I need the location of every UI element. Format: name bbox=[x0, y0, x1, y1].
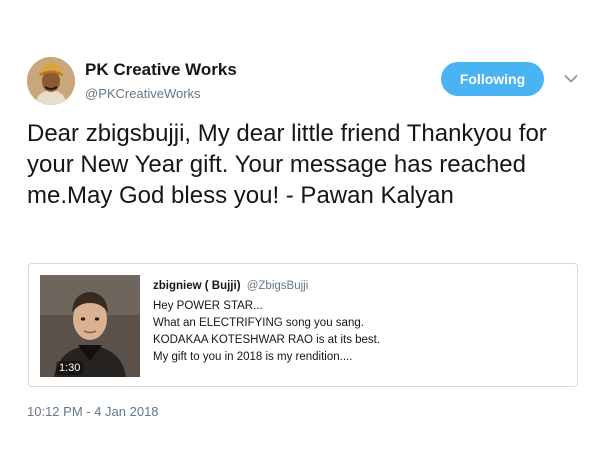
video-thumbnail[interactable]: 1:30 bbox=[40, 275, 140, 377]
quoted-tweet-line: My gift to you in 2018 is my rendition..… bbox=[153, 351, 353, 363]
tweet-timestamp[interactable]: 10:12 PM - 4 Jan 2018 bbox=[27, 404, 159, 419]
boy-portrait-image bbox=[40, 275, 140, 377]
quoted-author-handle: @ZbigsBujji bbox=[246, 280, 309, 292]
user-avatar-icon bbox=[27, 57, 75, 105]
author-display-name[interactable]: PK Creative Works bbox=[85, 60, 237, 80]
video-duration: 1:30 bbox=[56, 361, 84, 375]
author-avatar[interactable] bbox=[27, 57, 75, 105]
chevron-down-icon bbox=[564, 75, 578, 83]
following-button[interactable]: Following bbox=[441, 62, 544, 96]
tweet-menu-button[interactable] bbox=[562, 70, 580, 88]
quoted-tweet-line: Hey POWER STAR... bbox=[153, 300, 263, 312]
quoted-tweet[interactable]: 1:30 zbigniew ( Bujji) @ZbigsBujji Hey P… bbox=[28, 263, 578, 387]
quoted-tweet-text: Hey POWER STAR... What an ELECTRIFYING s… bbox=[153, 298, 563, 366]
tweet-card: PK Creative Works @PKCreativeWorks Follo… bbox=[0, 0, 600, 450]
quoted-author-name: zbigniew ( Bujji) bbox=[153, 280, 241, 292]
quoted-tweet-line: KODAKAA KOTESHWAR RAO is at its best. bbox=[153, 334, 381, 346]
author-handle[interactable]: @PKCreativeWorks bbox=[85, 86, 201, 101]
quoted-tweet-header: zbigniew ( Bujji) @ZbigsBujji bbox=[153, 279, 563, 293]
quoted-tweet-line: What an ELECTRIFYING song you sang. bbox=[153, 317, 364, 329]
tweet-text: Dear zbigsbujji, My dear little friend T… bbox=[27, 120, 547, 209]
quoted-tweet-body: zbigniew ( Bujji) @ZbigsBujji Hey POWER … bbox=[153, 279, 563, 366]
